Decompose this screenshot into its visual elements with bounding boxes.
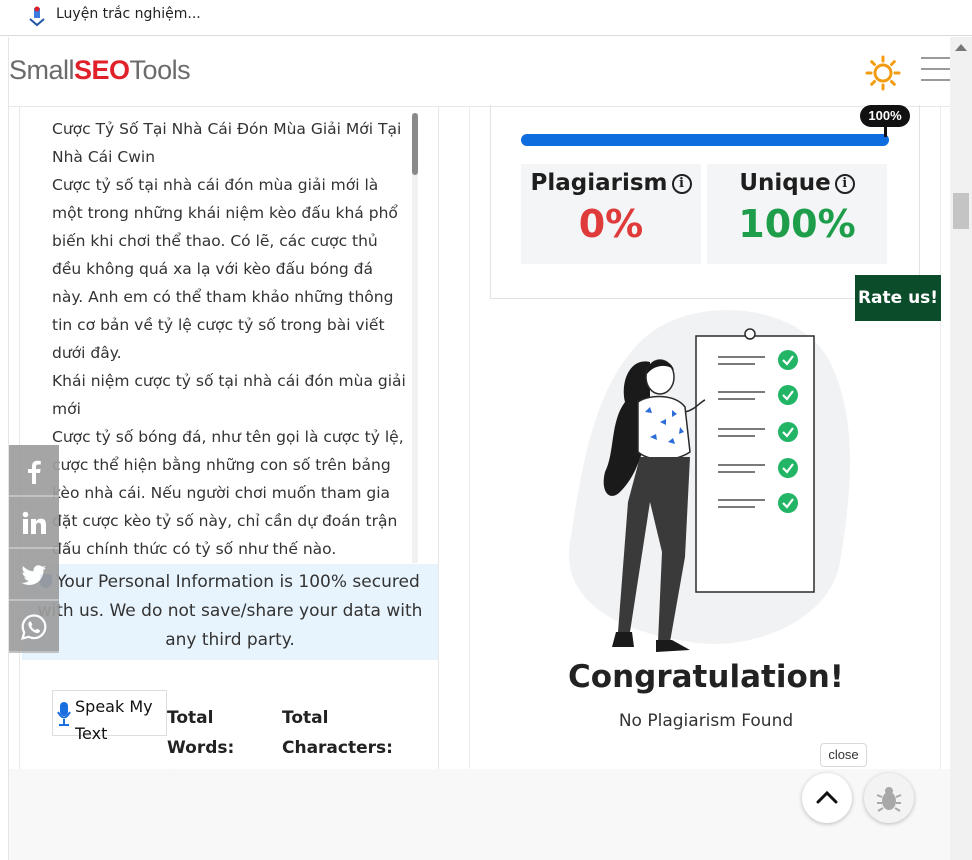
total-characters-label: Total Characters: [282,708,393,758]
app-favicon-icon [29,6,45,27]
congratulation-heading: Congratulation! [568,659,844,695]
tab-title[interactable]: Luyện trắc nghiệm... [56,6,201,22]
web-page: SmallSEOTools Cược Tỷ Số Tại Nhà Cái Đón… [8,37,950,860]
share-linkedin-button[interactable] [9,497,59,549]
textarea-scrollbar-track[interactable] [412,113,418,563]
article-textarea[interactable]: Cược Tỷ Số Tại Nhà Cái Đón Mùa Giải Mới … [52,115,408,563]
share-twitter-button[interactable] [9,549,59,601]
close-button[interactable]: close [820,743,867,767]
twitter-icon [21,565,46,585]
scroll-to-top-button[interactable] [802,773,852,823]
hamburger-icon[interactable] [921,57,950,83]
plagiarism-label-row: Plagiarism i [521,170,701,196]
site-header: SmallSEOTools [9,37,950,107]
browser-tab-bar: Luyện trắc nghiệm... [0,0,972,36]
total-words-label: Total Words: [167,708,235,758]
rate-us-button[interactable]: Rate us! [855,275,941,321]
speak-my-text-button[interactable]: Speak My Text [52,690,167,743]
microphone-icon [57,702,71,726]
share-facebook-button[interactable] [9,445,59,497]
logo-text-tools: Tools [129,55,191,85]
speak-label: Speak My Text [75,697,153,743]
site-logo[interactable]: SmallSEOTools [9,55,191,86]
textarea-scrollbar-thumb[interactable] [412,113,418,175]
facebook-icon [28,460,41,484]
no-plagiarism-text: No Plagiarism Found [618,711,794,731]
report-bug-button[interactable] [864,773,914,823]
article-paragraph: Cược tỷ số bóng đá, như tên gọi là cược … [52,428,404,558]
unique-value: 100% [738,202,856,246]
linkedin-icon [22,511,46,534]
results-panel: 100% Plagiarism i 0% Unique i 100% Congr… [469,105,941,860]
security-message: Your Personal Information is 100% secure… [37,572,423,650]
share-whatsapp-button[interactable] [9,601,59,653]
whatsapp-icon [21,614,47,640]
scroll-up-arrow-icon[interactable] [955,44,967,51]
chevron-up-icon [816,790,838,804]
plagiarism-label: Plagiarism [530,170,668,196]
social-share-bar [9,445,59,653]
progress-badge: 100% [860,105,910,127]
logo-text-small: Small [9,55,75,85]
unique-metric: Unique i 100% [707,164,887,264]
bug-icon [876,787,902,812]
article-paragraph: Cược Tỷ Số Tại Nhà Cái Đón Mùa Giải Mới … [52,120,402,166]
article-paragraph: Cược tỷ số tại nhà cái đón mùa giải mới … [52,176,398,362]
logo-text-seo: SEO [74,55,130,85]
plagiarism-metric: Plagiarism i 0% [521,164,701,264]
page-scrollbar-thumb[interactable] [953,193,969,229]
text-input-panel: Cược Tỷ Số Tại Nhà Cái Đón Mùa Giải Mới … [19,107,439,860]
unique-label: Unique [739,170,831,196]
unique-label-row: Unique i [707,170,887,196]
uniqueness-progress-bar [521,134,889,146]
info-icon[interactable]: i [671,174,692,194]
checklist-illustration [568,309,850,652]
sun-icon[interactable] [865,55,901,91]
security-notice: Your Personal Information is 100% secure… [22,564,438,660]
result-card: 100% Plagiarism i 0% Unique i 100% [490,105,920,299]
article-paragraph: Khái niệm cược tỷ số tại nhà cái đón mùa… [52,372,406,418]
plagiarism-value: 0% [578,202,644,246]
info-icon[interactable]: i [834,174,855,194]
progress-fill [521,134,889,146]
page-scrollbar-track[interactable] [950,37,972,860]
